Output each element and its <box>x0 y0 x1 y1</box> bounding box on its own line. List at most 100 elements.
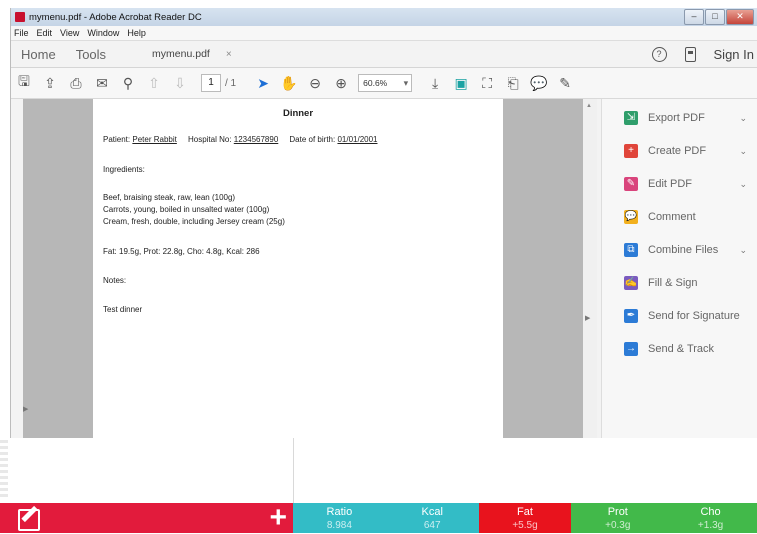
fit-page-icon[interactable]: ⤓ <box>422 75 448 92</box>
panel-item[interactable]: ✍ Fill & Sign <box>624 276 757 290</box>
chevron-down-icon[interactable]: ⌄ <box>739 245 747 256</box>
patient-line: Patient: Peter Rabbit Hospital No: 12345… <box>103 135 378 144</box>
comment-tool-icon[interactable]: 💬 <box>526 75 552 92</box>
tab-document[interactable]: mymenu.pdf × <box>152 48 232 60</box>
panel-item-label: Combine Files <box>648 244 719 256</box>
menu-help[interactable]: Help <box>127 28 146 38</box>
notes-text: Test dinner <box>103 305 143 314</box>
page-down-icon[interactable]: ⇩ <box>167 75 193 92</box>
tab-home[interactable]: Home <box>11 47 66 62</box>
stat-label: Ratio <box>326 506 353 518</box>
stat-value: 647 <box>423 520 441 531</box>
combine-files-icon: ⧉ <box>624 243 638 257</box>
panel-item-label: Edit PDF <box>648 178 693 190</box>
maximize-button[interactable]: □ <box>705 9 725 25</box>
stat-value: 8.984 <box>326 520 352 531</box>
ingredients-label: Ingredients: <box>103 165 145 174</box>
full-screen-icon[interactable]: ⛶ <box>474 75 500 92</box>
zoom-out-icon[interactable]: ⊖ <box>302 75 328 92</box>
mobile-link-icon[interactable] <box>684 46 696 62</box>
document-heading: Dinner <box>282 108 314 119</box>
dob-value: 01/01/2001 <box>337 135 378 144</box>
tab-bar: Home Tools mymenu.pdf × ? Sign In <box>11 41 757 68</box>
window-title: mymenu.pdf - Adobe Acrobat Reader DC <box>29 11 202 23</box>
menu-view[interactable]: View <box>60 28 79 38</box>
chevron-down-icon[interactable]: ⌄ <box>739 146 747 157</box>
ingredient-item: Beef, braising steak, raw, lean (100g) <box>103 193 236 202</box>
stat-label: Kcal <box>421 506 443 518</box>
email-icon[interactable]: ✉ <box>89 75 115 92</box>
panel-item[interactable]: ⧉ Combine Files ⌄ <box>624 243 757 257</box>
sign-in-link[interactable]: Sign In <box>714 47 754 62</box>
panel-item[interactable]: + Create PDF ⌄ <box>624 144 757 158</box>
panel-item-label: Export PDF <box>648 112 705 124</box>
acrobat-window: mymenu.pdf - Adobe Acrobat Reader DC – □… <box>10 8 757 438</box>
vertical-scrollbar[interactable]: ▲ <box>583 99 597 438</box>
scroll-up-icon[interactable]: ▲ <box>586 103 592 109</box>
sign-tool-icon[interactable]: ✎ <box>552 75 578 92</box>
chevron-down-icon[interactable]: ⌄ <box>739 179 747 190</box>
menu-window[interactable]: Window <box>87 28 119 38</box>
menu-file[interactable]: File <box>14 28 29 38</box>
ingredient-item: Cream, fresh, double, including Jersey c… <box>103 217 285 226</box>
stat-value: +0.3g <box>605 520 631 531</box>
hand-tool-icon[interactable]: ✋ <box>276 75 302 92</box>
create-pdf-icon: + <box>624 144 638 158</box>
panel-item[interactable]: ✒ Send for Signature <box>624 309 757 323</box>
page-number-input[interactable]: 1 <box>201 74 221 92</box>
close-window-button[interactable]: ✕ <box>726 9 754 25</box>
save-icon[interactable]: 🖫 <box>11 71 37 95</box>
panel-item[interactable]: → Send & Track <box>624 342 757 356</box>
read-mode-icon[interactable]: ⎗ <box>500 75 526 92</box>
stat-label: Prot <box>607 506 628 518</box>
bottom-bar: + Ratio 8.984 Kcal 647 Fat +5.5g Prot +0.3g Cho +… <box>0 503 757 533</box>
comment-icon: 💬 <box>624 210 638 224</box>
stat-tile: Ratio 8.984 <box>293 503 386 533</box>
add-icon[interactable]: + <box>269 503 287 533</box>
acrobat-app-icon <box>15 12 25 22</box>
panel-item-label: Send & Track <box>648 343 715 355</box>
scrolling-mode-icon[interactable]: ▣ <box>448 75 474 92</box>
fill-sign-icon: ✍ <box>624 276 638 290</box>
panel-item[interactable]: 💬 Comment <box>624 210 757 224</box>
zoom-select[interactable]: 60.6% <box>358 74 413 92</box>
page-total: / 1 <box>225 77 237 89</box>
stat-tile: Prot +0.3g <box>571 503 665 533</box>
notes-label: Notes: <box>103 276 127 285</box>
stat-value: +1.3g <box>697 520 724 531</box>
pdf-page: Dinner Patient: Peter Rabbit Hospital No… <box>93 99 503 438</box>
tab-tools[interactable]: Tools <box>66 47 116 62</box>
print-icon[interactable]: ⎙ <box>63 75 89 92</box>
close-tab-icon[interactable]: × <box>226 49 232 60</box>
page-up-icon[interactable]: ⇧ <box>141 75 167 92</box>
bottom-bar-actions: + <box>0 503 293 533</box>
upload-cloud-icon[interactable]: ⇪ <box>37 75 63 92</box>
panel-item[interactable]: ✎ Edit PDF ⌄ <box>624 177 757 191</box>
edit-icon[interactable] <box>18 509 40 531</box>
dob-label: Date of birth: <box>289 135 336 144</box>
menu-bar: File Edit View Window Help <box>11 26 757 41</box>
patient-label: Patient: <box>103 135 131 144</box>
patient-name: Peter Rabbit <box>132 135 177 144</box>
tools-panel: ⇲ Export PDF ⌄ + Create PDF ⌄ ✎ Edit PDF ⌄ 💬 Comme… <box>601 99 757 438</box>
hospital-label: Hospital No: <box>187 135 232 144</box>
tabbar-right: ? Sign In <box>651 46 754 62</box>
help-icon[interactable]: ? <box>651 46 667 62</box>
nutrition-summary: Fat: 19.5g, Prot: 22.8g, Cho: 4.8g, Kcal… <box>103 247 260 256</box>
minimize-button[interactable]: – <box>684 9 704 25</box>
stat-tile: Fat +5.5g <box>478 503 572 533</box>
send-signature-icon: ✒ <box>624 309 638 323</box>
chevron-down-icon[interactable]: ⌄ <box>739 113 747 124</box>
toolbar: 🖫 ⇪ ⎙ ✉ ⚲ ⇧ ⇩ 1 / 1 ➤ ✋ ⊖ ⊕ 60.6% ⤓ ▣ ⛶ … <box>11 68 757 99</box>
menu-edit[interactable]: Edit <box>37 28 53 38</box>
left-pane-toggle-icon[interactable]: ▶ <box>23 405 28 413</box>
stat-tile: Cho +1.3g <box>664 503 757 533</box>
zoom-in-icon[interactable]: ⊕ <box>328 75 354 92</box>
right-pane-toggle-icon[interactable]: ▶ <box>585 314 590 322</box>
stat-label: Fat <box>517 506 533 518</box>
panel-item[interactable]: ⇲ Export PDF ⌄ <box>624 111 757 125</box>
search-icon[interactable]: ⚲ <box>115 75 141 92</box>
send-track-icon: → <box>624 342 638 356</box>
select-cursor-icon[interactable]: ➤ <box>250 75 276 92</box>
title-bar: mymenu.pdf - Adobe Acrobat Reader DC – □… <box>11 8 757 26</box>
